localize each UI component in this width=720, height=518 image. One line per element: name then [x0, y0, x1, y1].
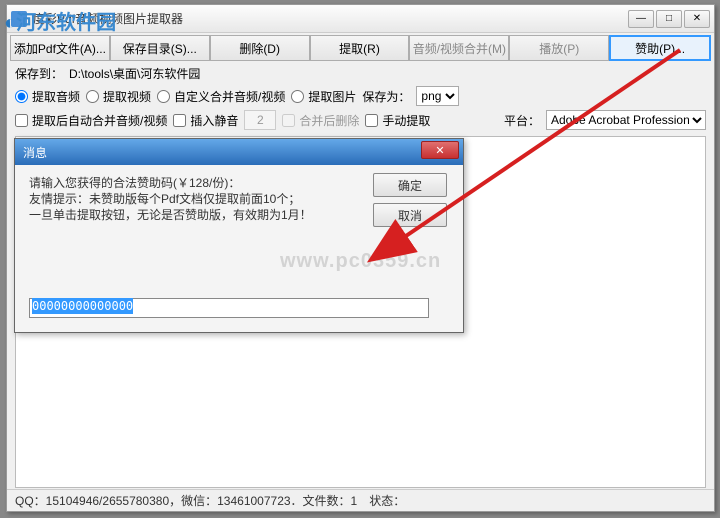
options-row-1b: 提取音频 提取视频 自定义合并音频/视频 提取图片 保存为： png	[7, 84, 714, 108]
window-title: 度彩Pdf音频视频图片提取器	[33, 10, 628, 27]
radio-extract-audio[interactable]: 提取音频	[15, 88, 80, 105]
delete-button[interactable]: 删除(D)	[210, 35, 310, 61]
minimize-button[interactable]: —	[628, 10, 654, 28]
saveto-label: 保存到：	[15, 65, 63, 82]
saveas-select[interactable]: png	[416, 86, 459, 106]
radio-extract-video[interactable]: 提取视频	[86, 88, 151, 105]
dialog-title-text: 消息	[23, 144, 47, 161]
platform-select[interactable]: Adobe Acrobat Professiona	[546, 110, 706, 130]
extract-button[interactable]: 提取(R)	[310, 35, 410, 61]
silence-spinner[interactable]: 2	[244, 110, 276, 130]
play-button[interactable]: 播放(P)	[509, 35, 609, 61]
sponsor-code-value: 00000000000000	[32, 298, 133, 314]
statusbar: QQ：15104946/2655780380，微信：13461007723．文件…	[7, 489, 714, 511]
dialog-cancel-button[interactable]: 取消	[373, 203, 447, 227]
chk-manual-extract[interactable]: 手动提取	[365, 112, 430, 129]
titlebar: 度彩Pdf音频视频图片提取器 — □ ✕	[7, 5, 714, 33]
radio-extract-image[interactable]: 提取图片	[291, 88, 356, 105]
status-text: QQ：15104946/2655780380，微信：13461007723．文件…	[15, 492, 405, 509]
add-pdf-button[interactable]: 添加Pdf文件(A)...	[10, 35, 110, 61]
options-row-2: 提取后自动合并音频/视频 插入静音 2 合并后删除 手动提取 平台： Adobe…	[7, 108, 714, 132]
platform-label: 平台：	[504, 112, 540, 129]
maximize-button[interactable]: □	[656, 10, 682, 28]
sponsor-code-input[interactable]: 00000000000000	[29, 298, 429, 318]
options-row-1: 保存到： D:\tools\桌面\河东软件园	[7, 63, 714, 84]
merge-button[interactable]: 音频/视频合并(M)	[409, 35, 509, 61]
sponsor-button[interactable]: 赞助(P)...	[609, 35, 711, 61]
save-dir-button[interactable]: 保存目录(S)...	[110, 35, 210, 61]
dialog-body: 请输入您获得的合法赞助码(￥128/份)： 友情提示：未赞助版每个Pdf文档仅提…	[15, 165, 463, 332]
saveas-label: 保存为：	[362, 88, 410, 105]
dialog-titlebar: 消息 ✕	[15, 139, 463, 165]
chk-del-after[interactable]: 合并后删除	[282, 112, 359, 129]
close-button[interactable]: ✕	[684, 10, 710, 28]
chk-merge-after[interactable]: 提取后自动合并音频/视频	[15, 112, 167, 129]
sponsor-dialog: 消息 ✕ 请输入您获得的合法赞助码(￥128/份)： 友情提示：未赞助版每个Pd…	[14, 138, 464, 333]
chk-insert-silence[interactable]: 插入静音	[173, 112, 238, 129]
toolbar: 添加Pdf文件(A)... 保存目录(S)... 删除(D) 提取(R) 音频/…	[7, 33, 714, 63]
dialog-ok-button[interactable]: 确定	[373, 173, 447, 197]
app-icon	[11, 11, 27, 27]
window-controls: — □ ✕	[628, 10, 710, 28]
radio-custom-merge[interactable]: 自定义合并音频/视频	[157, 88, 285, 105]
dialog-close-button[interactable]: ✕	[421, 141, 459, 159]
saveto-path: D:\tools\桌面\河东软件园	[69, 65, 209, 82]
